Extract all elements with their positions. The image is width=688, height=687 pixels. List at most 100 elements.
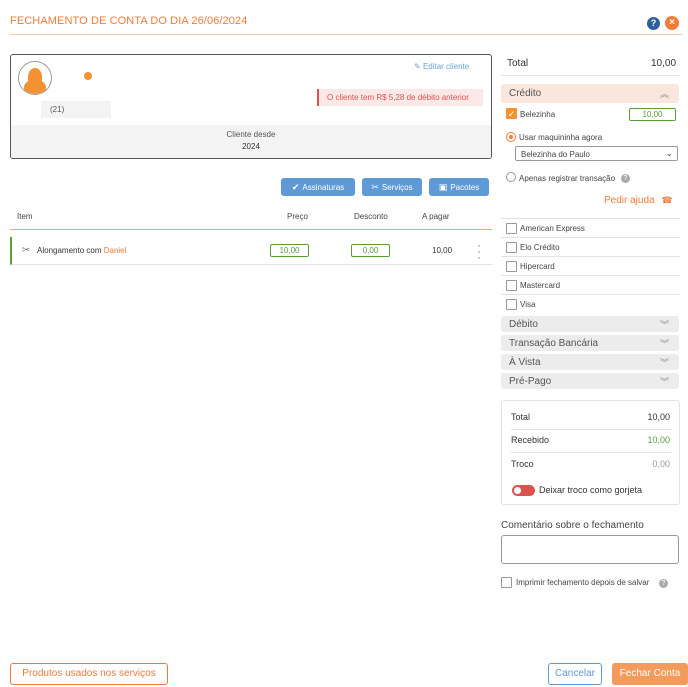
service-label: Alongamento com Daniel — [37, 246, 126, 255]
debt-alert: O cliente tem R$ 5,28 de débito anterior — [317, 89, 483, 106]
comment-textarea[interactable] — [501, 535, 679, 564]
comment-label: Comentário sobre o fechamento — [501, 520, 644, 531]
avatar — [18, 61, 52, 95]
use-machine-label: Usar maquininha agora — [519, 133, 603, 142]
chevron-down-icon: ⌄ — [665, 148, 673, 158]
question-icon[interactable]: ? — [621, 174, 630, 183]
packages-label: Pacotes — [450, 183, 480, 192]
package-icon: ▣ — [438, 182, 448, 192]
payment-total-label: Total — [507, 58, 529, 69]
table-header-divider — [10, 229, 492, 230]
summary-received-value: 10,00 — [647, 435, 670, 445]
close-icon[interactable]: × — [665, 16, 679, 30]
summary-divider — [511, 429, 671, 430]
service-name: Alongamento com — [37, 246, 102, 255]
summary-total-value: 10,00 — [647, 412, 670, 422]
belezinha-amount-input[interactable]: 10,00 — [629, 108, 676, 121]
professional-name[interactable]: Daniel — [104, 246, 127, 255]
col-header-discount: Desconto — [354, 212, 388, 221]
section-bank-transfer-label: Transação Bancária — [509, 338, 599, 349]
col-header-to-pay: A pagar — [422, 212, 450, 221]
whatsapp-icon: ☎ — [661, 195, 673, 205]
more-options-icon[interactable]: · · · — [477, 239, 481, 263]
chevron-down-icon: ︾ — [659, 320, 669, 330]
brand-row-mastercard[interactable]: Mastercard — [501, 275, 680, 294]
elo-checkbox[interactable] — [506, 242, 517, 253]
amex-label: American Express — [520, 224, 585, 233]
col-header-item: Item — [17, 212, 33, 221]
amex-checkbox[interactable] — [506, 223, 517, 234]
avatar-body — [24, 80, 46, 94]
verified-badge-icon — [84, 72, 92, 80]
brand-row-visa[interactable]: Visa — [501, 294, 680, 313]
brand-row-hipercard[interactable]: Hipercard — [501, 256, 680, 275]
section-debit[interactable]: Débito ︾ — [501, 316, 679, 332]
machine-select-value: Belezinha do Paulo — [521, 150, 590, 159]
summary-divider — [511, 452, 671, 453]
page-title: FECHAMENTO DE CONTA DO DIA 26/06/2024 — [10, 15, 248, 27]
tip-toggle-label: Deixar troco como gorjeta — [539, 485, 643, 495]
products-used-button[interactable]: Produtos usados nos serviços — [10, 663, 168, 685]
belezinha-label: Belezinha — [520, 110, 556, 119]
client-since-value: 2024 — [242, 142, 260, 151]
use-machine-radio[interactable] — [506, 132, 516, 142]
section-credit-label: Crédito — [509, 88, 542, 99]
client-phone: (21) — [41, 101, 111, 118]
brand-row-amex[interactable]: American Express — [501, 218, 680, 237]
table-row: ✂ Alongamento com Daniel 10,00 0,00 10,0… — [10, 237, 492, 265]
section-credit[interactable]: Crédito ︽ — [501, 84, 679, 103]
register-only-label: Apenas registrar transação — [519, 174, 616, 183]
row-to-pay: 10,00 — [432, 246, 453, 255]
summary-change-value: 0,00 — [652, 459, 670, 469]
scissors-icon: ✂ — [371, 182, 379, 192]
edit-client-link[interactable]: ✎ Editar cliente — [414, 62, 469, 71]
section-cash-label: À Vista — [509, 357, 541, 368]
check-circle-icon: ✔ — [291, 182, 300, 192]
payment-total-value: 10,00 — [651, 58, 677, 69]
hipercard-checkbox[interactable] — [506, 261, 517, 272]
brand-row-elo[interactable]: Elo Crédito — [501, 237, 680, 256]
section-cash[interactable]: À Vista ︾ — [501, 354, 679, 370]
tip-toggle[interactable] — [512, 485, 535, 496]
register-only-radio[interactable] — [506, 172, 516, 182]
client-since-label: Cliente desde — [226, 130, 276, 139]
summary-total-label: Total — [511, 412, 531, 422]
visa-checkbox[interactable] — [506, 299, 517, 310]
elo-label: Elo Crédito — [520, 243, 560, 252]
subscriptions-button[interactable]: ✔ Assinaturas — [281, 178, 355, 196]
hipercard-label: Hipercard — [520, 262, 555, 271]
section-bank-transfer[interactable]: Transação Bancária ︾ — [501, 335, 679, 351]
payment-divider — [501, 75, 680, 76]
price-input[interactable]: 10,00 — [270, 244, 309, 257]
services-label: Serviços — [381, 183, 413, 192]
section-prepaid[interactable]: Pré-Pago ︾ — [501, 373, 679, 389]
question-icon[interactable]: ? — [659, 579, 668, 588]
visa-label: Visa — [520, 300, 536, 309]
services-button[interactable]: ✂ Serviços — [362, 178, 422, 196]
help-request-label: Pedir ajuda — [604, 195, 655, 206]
summary-box: Total 10,00 Recebido 10,00 Troco 0,00 De… — [501, 400, 680, 505]
client-card: (21) ✎ Editar cliente O cliente tem R$ 5… — [10, 54, 492, 159]
belezinha-checkbox[interactable]: ✓ — [506, 108, 517, 119]
print-checkbox[interactable] — [501, 577, 512, 588]
cancel-button[interactable]: Cancelar — [548, 663, 602, 685]
chevron-down-icon: ︾ — [659, 358, 669, 368]
chevron-up-icon: ︽ — [659, 89, 669, 99]
scissors-icon: ✂ — [22, 245, 31, 256]
mastercard-checkbox[interactable] — [506, 280, 517, 291]
machine-select[interactable]: Belezinha do Paulo ⌄ — [515, 146, 678, 161]
section-prepaid-label: Pré-Pago — [509, 376, 552, 387]
header-divider — [10, 34, 682, 35]
section-debit-label: Débito — [509, 319, 538, 330]
client-since-footer: Cliente desde 2024 — [11, 125, 491, 158]
subscriptions-label: Assinaturas — [302, 183, 345, 192]
help-icon[interactable]: ? — [647, 17, 660, 30]
close-account-button[interactable]: Fechar Conta — [612, 663, 688, 685]
edit-client-label: Editar cliente — [422, 62, 470, 71]
help-request-link[interactable]: Pedir ajuda ☎ — [604, 195, 673, 206]
col-header-price: Preço — [287, 212, 308, 221]
chevron-down-icon: ︾ — [659, 339, 669, 349]
packages-button[interactable]: ▣ Pacotes — [429, 178, 489, 196]
discount-input[interactable]: 0,00 — [351, 244, 390, 257]
chevron-down-icon: ︾ — [659, 377, 669, 387]
